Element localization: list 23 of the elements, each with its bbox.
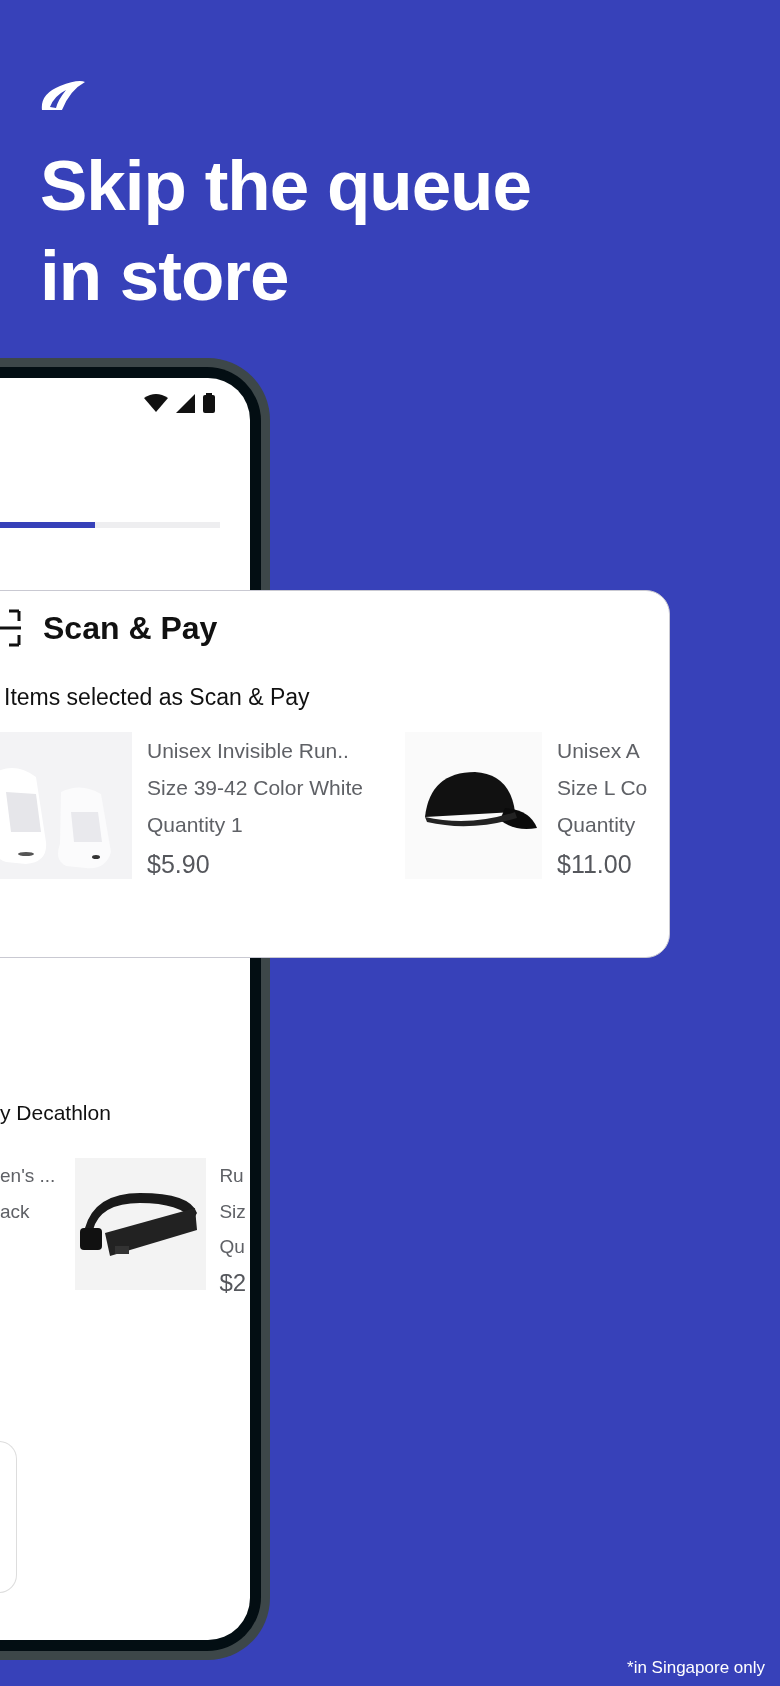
product-price: $11.00 [557,849,633,880]
product-quantity: Qu [219,1235,246,1259]
product-price: $2 [219,1267,247,1298]
product-variant: Size 39-42 Color White [147,775,363,801]
card-subtitle: Items selected as Scan & Pay [4,684,311,711]
product-variant: ack [0,1199,31,1224]
product-variant: Siz [219,1199,247,1224]
headline: Skip the queue in store [40,145,532,317]
product-name: en's ... [0,1164,56,1188]
signal-icon [176,393,195,413]
product-name: Ru [219,1164,245,1188]
product-quantity: Quantity [557,812,637,838]
logo-icon [40,80,86,113]
product-variant: Size L Co [557,775,648,801]
wifi-icon [144,394,168,412]
footnote: *in Singapore only [627,1658,765,1678]
product-quantity: Quantity 1 [147,812,244,838]
product-name: Unisex Invisible Run.. [147,738,350,764]
product-price: $5.90 [147,849,211,880]
product-name: Unisex A [557,738,641,764]
battery-icon [203,393,215,413]
section-title: y Decathlon [0,1100,112,1126]
card-title: Scan & Pay [43,609,218,647]
